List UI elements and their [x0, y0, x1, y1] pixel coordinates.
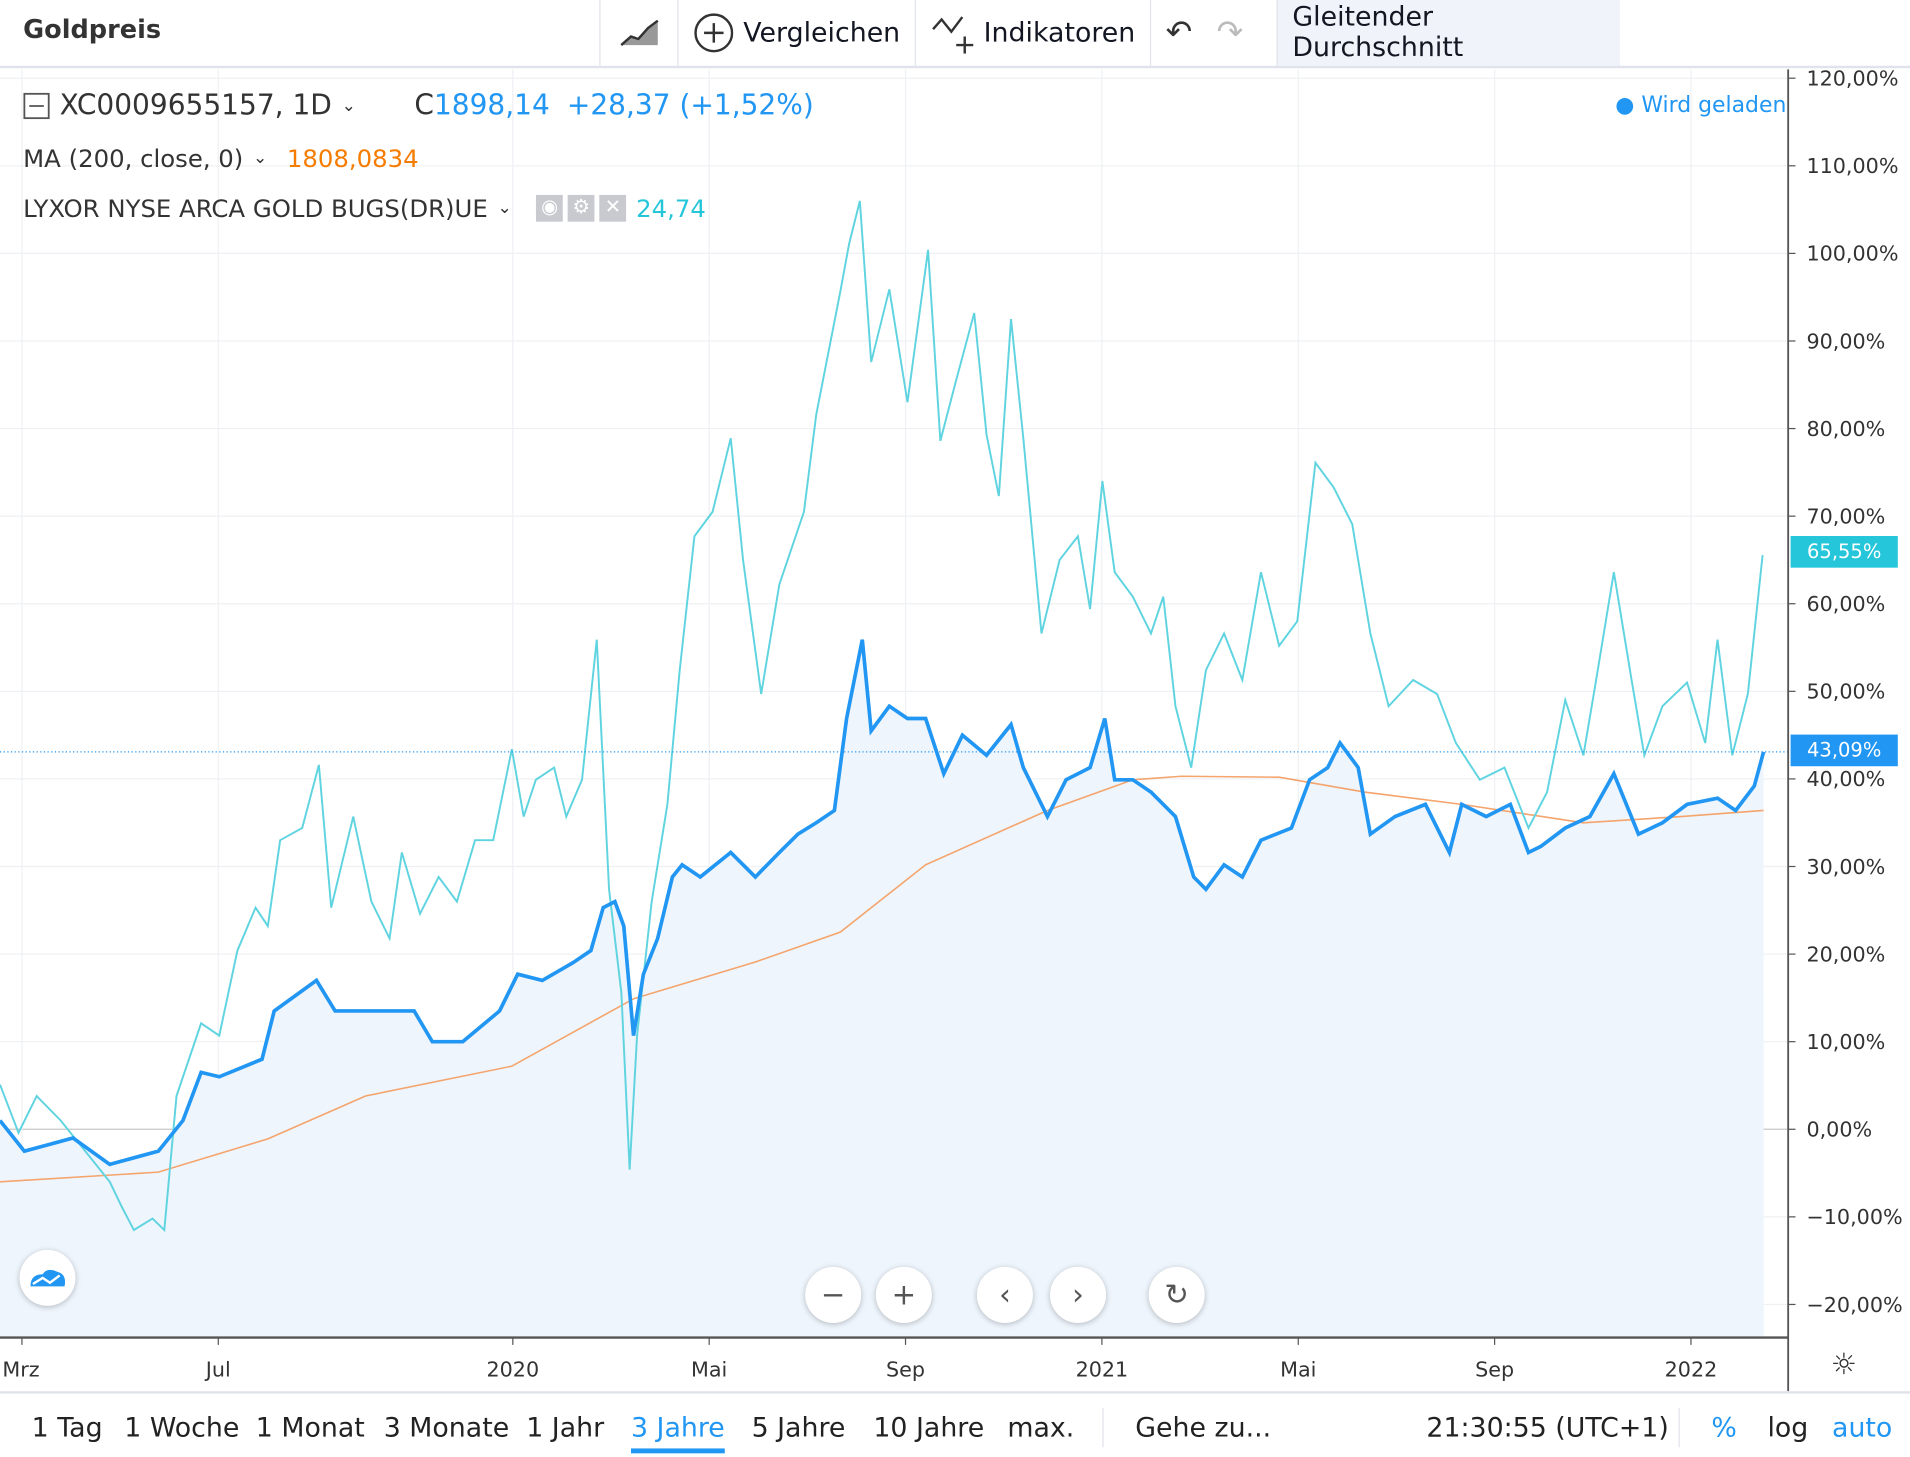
goto-button[interactable]: Gehe zu...	[1135, 1413, 1271, 1443]
loading-status: ● Wird geladen	[1615, 92, 1787, 119]
range-5-jahre[interactable]: 5 Jahre	[752, 1413, 846, 1443]
minus-icon: −	[820, 1277, 846, 1313]
top-toolbar: Goldpreis Vergleichen Indikatoren ↶ ↷ Gl…	[0, 0, 1910, 69]
percent-toggle[interactable]: %	[1711, 1413, 1736, 1443]
range-1-tag[interactable]: 1 Tag	[32, 1413, 103, 1443]
main-legend: XC0009655157, 1D ⌄ C 1898,14 +28,37 (+1,52…	[23, 90, 814, 122]
range-1-jahr[interactable]: 1 Jahr	[526, 1413, 604, 1443]
chevron-left-icon: ‹	[999, 1277, 1011, 1313]
range-10-jahre[interactable]: 10 Jahre	[873, 1413, 984, 1443]
y-tick-label: 120,00%	[1806, 67, 1898, 91]
undo-icon[interactable]: ↶	[1166, 15, 1193, 52]
chevron-down-icon[interactable]: ⌄	[498, 199, 512, 218]
range-1-monat[interactable]: 1 Monat	[256, 1413, 365, 1443]
area-chart-icon	[619, 19, 658, 46]
range-3-jahre[interactable]: 3 Jahre	[630, 1413, 725, 1454]
close-prefix: C	[414, 90, 434, 122]
gold-price-tag: 43,09%	[1790, 734, 1898, 767]
clock: 21:30:55 (UTC+1)	[1426, 1413, 1669, 1444]
indicators-icon	[932, 16, 974, 54]
x-tick-label: 2020	[486, 1358, 539, 1382]
range-1-woche[interactable]: 1 Woche	[124, 1413, 239, 1443]
chevron-down-icon[interactable]: ⌄	[342, 96, 356, 115]
settings-sun-icon[interactable]: ☼	[1831, 1347, 1857, 1381]
auto-toggle[interactable]: auto	[1832, 1413, 1892, 1443]
y-tick-label: 90,00%	[1806, 329, 1885, 353]
close-icon[interactable]: ✕	[599, 194, 627, 222]
scroll-right-button[interactable]: ›	[1050, 1266, 1107, 1323]
chevron-down-icon[interactable]: ⌄	[253, 149, 267, 168]
range-3-monate[interactable]: 3 Monate	[384, 1413, 510, 1443]
y-tick-label: 60,00%	[1806, 592, 1885, 616]
compare-value: 24,74	[636, 193, 706, 223]
collapse-icon[interactable]	[23, 92, 50, 120]
y-tick-label: 100,00%	[1806, 242, 1898, 266]
eye-icon[interactable]: ◉	[536, 194, 563, 222]
ma-value: 1808,0834	[286, 143, 419, 173]
y-tick-label: −20,00%	[1806, 1293, 1902, 1317]
x-tick-label: Mai	[1280, 1358, 1316, 1382]
zoom-in-button[interactable]: +	[875, 1266, 932, 1323]
y-tick-label: 10,00%	[1806, 1030, 1885, 1054]
gold-area-fill	[0, 639, 1764, 1338]
y-tick-label: 80,00%	[1806, 417, 1885, 441]
reset-button[interactable]: ↻	[1148, 1266, 1205, 1323]
scroll-left-button[interactable]: ‹	[976, 1266, 1033, 1323]
plus-circle-icon	[694, 13, 734, 53]
symbol-label[interactable]: XC0009655157, 1D	[60, 90, 332, 122]
x-tick-label: 2022	[1665, 1358, 1718, 1382]
x-ticks: Mrz Jul 2020 Mai Sep 2021 Mai Sep 2022	[2, 1337, 1718, 1382]
x-tick-label: 2021	[1076, 1358, 1129, 1382]
x-tick-label: Sep	[886, 1358, 925, 1382]
y-tick-label: 40,00%	[1806, 767, 1885, 791]
y-tick-label: 110,00%	[1806, 154, 1898, 178]
y-tick-label: 50,00%	[1806, 680, 1885, 704]
gear-icon[interactable]: ⚙	[567, 194, 595, 222]
y-tick-label: 70,00%	[1806, 504, 1885, 528]
ma-legend: MA (200, close, 0) ⌄ 1808,0834	[23, 144, 418, 173]
change-value: +28,37 (+1,52%)	[566, 90, 814, 122]
close-value: 1898,14	[433, 90, 550, 122]
compare-legend: LYXOR NYSE ARCA GOLD BUGS(DR)UE ⌄ ◉ ⚙ ✕ 2…	[23, 194, 706, 223]
bottom-toolbar: 1 Tag 1 Woche 1 Monat 3 Monate 1 Jahr 3 Jahre…	[0, 1391, 1910, 1457]
compare-label[interactable]: LYXOR NYSE ARCA GOLD BUGS(DR)UE	[23, 194, 488, 223]
divider	[1678, 1408, 1680, 1448]
gdx-price-tag: 65,55%	[1790, 536, 1898, 568]
compare-button[interactable]: Vergleichen	[677, 0, 915, 66]
chevron-right-icon: ›	[1072, 1277, 1084, 1313]
ma-label[interactable]: MA (200, close, 0)	[23, 144, 243, 173]
plus-icon: +	[891, 1277, 917, 1313]
cloud-logo-icon	[30, 1269, 66, 1287]
x-tick-label: Mai	[691, 1358, 727, 1382]
y-ticks: 120,00% 110,00% 100,00% 90,00% 80,00% 70,00% 6…	[1788, 67, 1903, 1317]
logo-button[interactable]	[19, 1249, 76, 1306]
x-tick-label: Mrz	[2, 1358, 39, 1382]
indicators-button[interactable]: Indikatoren	[914, 0, 1150, 66]
x-tick-label: Jul	[204, 1358, 231, 1382]
chart-style-button[interactable]	[599, 0, 677, 66]
y-tick-label: 20,00%	[1806, 942, 1885, 966]
log-toggle[interactable]: log	[1767, 1413, 1808, 1443]
y-tick-label: 30,00%	[1806, 855, 1885, 879]
zoom-out-button[interactable]: −	[805, 1266, 862, 1323]
redo-icon[interactable]: ↷	[1217, 15, 1244, 52]
chart-title: Goldpreis	[23, 14, 162, 44]
reset-icon: ↻	[1164, 1277, 1189, 1313]
y-tick-label: 0,00%	[1806, 1118, 1872, 1142]
y-tick-label: −10,00%	[1806, 1205, 1902, 1229]
x-tick-label: Sep	[1475, 1358, 1514, 1382]
undo-redo-group: ↶ ↷	[1149, 0, 1277, 66]
divider	[1102, 1408, 1104, 1448]
range-max-[interactable]: max.	[1007, 1413, 1074, 1443]
active-indicator-button[interactable]: Gleitender Durchschnitt	[1276, 0, 1621, 66]
